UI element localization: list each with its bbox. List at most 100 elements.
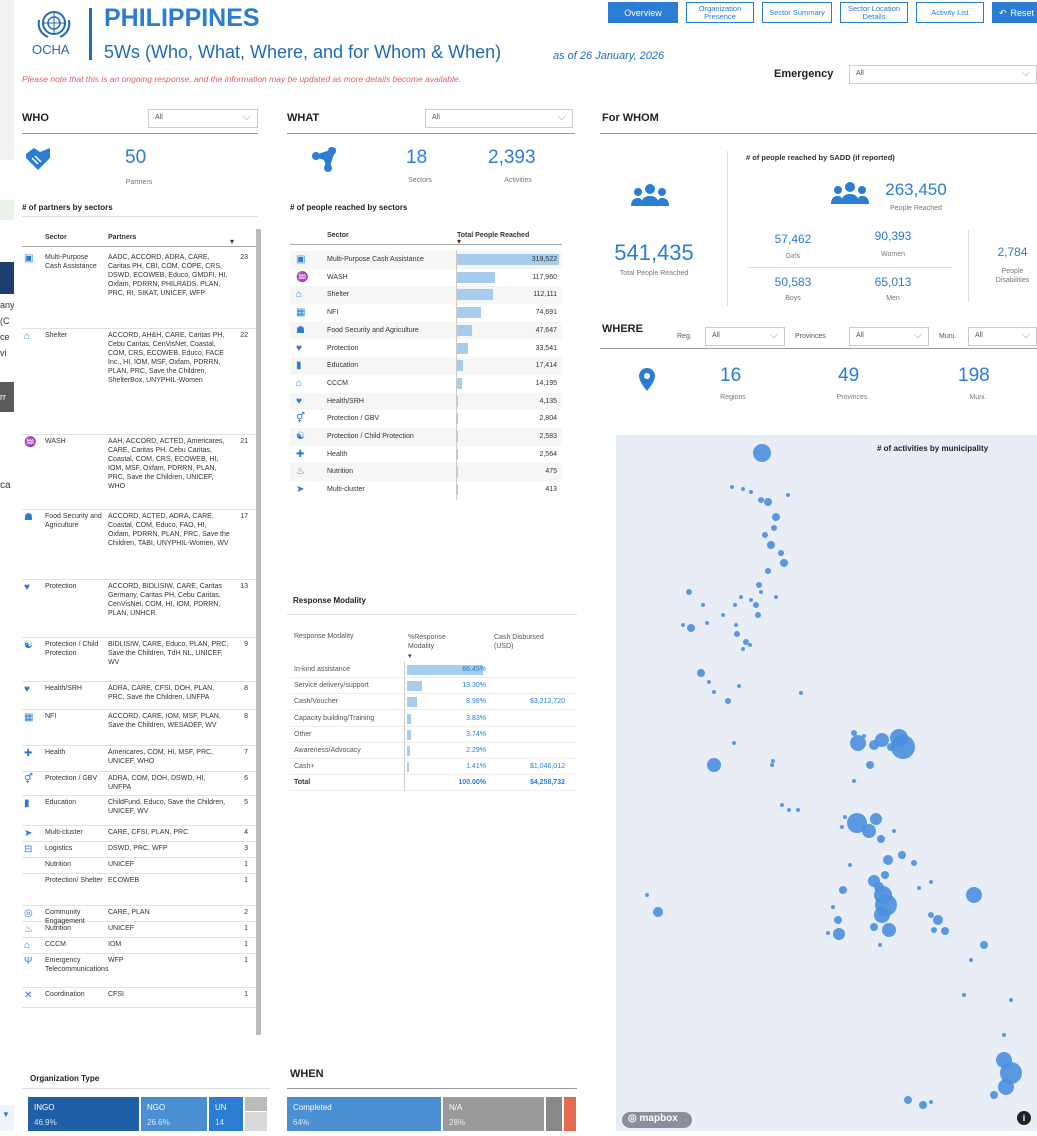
sector-bar-row[interactable]: ▣ Multi-Purpose Cash Assistance 319,522 <box>290 251 562 269</box>
sector-bar-row[interactable]: ✚ Health 2,564 <box>290 446 562 464</box>
municipality-bubble[interactable] <box>878 943 882 947</box>
partner-row[interactable]: ➤ Multi-cluster CARE, CFSI, PLAN, PRC 4 <box>22 826 258 842</box>
municipality-bubble[interactable] <box>734 631 740 637</box>
sliver-menu[interactable]: rr <box>0 382 14 412</box>
municipality-bubble[interactable] <box>787 808 791 812</box>
sector-bar[interactable] <box>457 466 458 478</box>
municipality-bubble[interactable] <box>725 698 731 704</box>
col-partners-header[interactable]: Partners <box>108 234 136 241</box>
partner-row[interactable]: Ψ Emergency Telecommunications WFP 1 <box>22 954 258 988</box>
modality-row[interactable]: Cash+ 1.41% $1,046,012 <box>290 759 576 776</box>
municipality-bubble[interactable] <box>862 734 866 738</box>
municipality-bubble[interactable] <box>771 525 777 531</box>
municipality-bubble[interactable] <box>874 907 890 923</box>
sector-bar-row[interactable]: ⌂ Shelter 112,111 <box>290 286 562 305</box>
municipality-bubble[interactable] <box>753 602 759 608</box>
municipality-bubble[interactable] <box>870 923 878 931</box>
municipality-bubble[interactable] <box>762 532 768 538</box>
municipality-bubble[interactable] <box>780 803 784 807</box>
what-filter-select[interactable]: All ⌵ <box>425 109 573 128</box>
sector-bar-row[interactable]: ▦ NFI 74,691 <box>290 304 562 322</box>
sector-bar[interactable] <box>457 360 463 372</box>
municipality-bubble[interactable] <box>883 855 893 865</box>
municipality-bubble[interactable] <box>840 825 844 829</box>
sector-bar-row[interactable]: ♥ Protection 33,541 <box>290 340 562 358</box>
sector-bar-row[interactable]: ♒ WASH 117,960 <box>290 269 562 287</box>
municipality-bubble[interactable] <box>799 691 803 695</box>
municipality-bubble[interactable] <box>969 958 973 962</box>
municipality-bubble[interactable] <box>749 490 753 494</box>
municipality-bubble[interactable] <box>732 741 736 745</box>
municipality-bubble[interactable] <box>911 860 917 866</box>
municipality-bubble[interactable] <box>917 886 921 890</box>
municipality-bubble[interactable] <box>1002 1033 1006 1037</box>
org-type-un-tile[interactable]: UN 14 <box>209 1097 243 1131</box>
municipality-bubble[interactable] <box>962 993 966 997</box>
partner-row[interactable]: ♥ Health/SRH ADRA, CARE, CFSI, DOH, PLAN, … <box>22 682 258 710</box>
municipality-bubble[interactable] <box>749 598 753 602</box>
municipality-bubble[interactable] <box>774 595 778 599</box>
sector-bar[interactable] <box>457 324 473 336</box>
when-completed-tile[interactable]: Completed 64% <box>287 1097 441 1131</box>
modality-row[interactable]: Awareness/Advocacy 2.29% <box>290 743 576 759</box>
province-filter-select[interactable]: All ⌵ <box>849 327 929 346</box>
municipality-bubble[interactable] <box>707 680 711 684</box>
municipality-bubble[interactable] <box>741 487 745 491</box>
org-type-ngo-tile[interactable]: NGO 26.6% <box>141 1097 207 1131</box>
region-filter-select[interactable]: All ⌵ <box>705 327 785 346</box>
who-filter-select[interactable]: All ⌵ <box>148 109 258 128</box>
municipality-bubble[interactable] <box>875 733 889 747</box>
municipality-bubble[interactable] <box>743 639 749 645</box>
nav-activity-list-button[interactable]: Activity List <box>916 2 984 23</box>
nav-overview-button[interactable]: Overview <box>608 2 678 23</box>
municipality-bubble[interactable] <box>770 763 774 767</box>
municipality-bubble[interactable] <box>919 1101 927 1109</box>
sector-bar[interactable] <box>457 289 493 301</box>
sector-bar-row[interactable]: ➤ Multi-cluster 413 <box>290 481 562 499</box>
municipality-bubble[interactable] <box>839 886 847 894</box>
municipality-bubble[interactable] <box>737 684 741 688</box>
map-bubbles[interactable] <box>616 435 1037 1131</box>
municipality-bubble[interactable] <box>721 613 725 617</box>
partner-row[interactable]: ☗ Food Security and Agriculture ACCORD, AC… <box>22 510 258 580</box>
municipality-bubble[interactable] <box>966 887 982 903</box>
municipality-bubble[interactable] <box>933 915 943 925</box>
nav-sector-location-button[interactable]: Sector Location Details <box>840 2 908 23</box>
municipality-bubble[interactable] <box>833 928 845 940</box>
partner-row[interactable]: ♒ WASH AAH, ACCORD, ACTED, Americares, CAR… <box>22 435 258 510</box>
nav-sector-summary-button[interactable]: Sector Summary <box>762 2 832 23</box>
modality-row[interactable]: Cash/Voucher 8.98% $3,212,720 <box>290 694 576 711</box>
what-col-sector[interactable]: Sector <box>327 232 349 239</box>
info-icon[interactable]: i <box>1017 1111 1031 1125</box>
sort-desc-icon[interactable]: ▾ <box>408 652 412 660</box>
partner-row[interactable]: ♥ Protection ACCORD, BIDLISIW, CARE, Carit… <box>22 580 258 638</box>
municipality-bubble[interactable] <box>707 758 721 772</box>
municipality-bubble[interactable] <box>687 624 695 632</box>
municipality-bubble[interactable] <box>705 621 709 625</box>
municipality-bubble[interactable] <box>748 643 752 647</box>
partner-row[interactable]: ▣ Multi-Purpose Cash Assistance AADC, ACCO… <box>22 251 258 329</box>
municipality-bubble[interactable] <box>877 835 885 843</box>
municipality-bubble[interactable] <box>653 907 663 917</box>
municipality-bubble[interactable] <box>772 513 780 521</box>
sliver-chevron-icon[interactable]: ▼ <box>2 1110 10 1119</box>
sector-bar[interactable] <box>457 431 458 442</box>
partner-row[interactable]: ⚥ Protection / GBV ADRA, COM, DOH, DSWD, H… <box>22 772 258 796</box>
municipality-bubble[interactable] <box>929 1100 933 1104</box>
partner-row[interactable]: Protection/ Shelter ECOWEB 1 <box>22 874 258 906</box>
municipality-bubble[interactable] <box>733 603 737 607</box>
mapbox-logo[interactable]: ◎ mapbox <box>622 1112 692 1128</box>
municipality-bubble[interactable] <box>701 603 705 607</box>
when-other-tile[interactable] <box>546 1097 562 1131</box>
sector-bar-row[interactable]: ☗ Food Security and Agriculture 47,647 <box>290 321 562 340</box>
municipality-bubble[interactable] <box>980 941 988 949</box>
modality-row[interactable]: In-kind assistance 66.45% <box>290 662 576 678</box>
sector-bar[interactable] <box>457 413 458 425</box>
sector-bar-row[interactable]: ⌂ CCCM 14,195 <box>290 375 562 393</box>
municipality-bubble[interactable] <box>753 444 771 462</box>
municipality-bubble[interactable] <box>758 497 764 503</box>
municipality-bubble[interactable] <box>881 871 889 879</box>
sector-bar[interactable] <box>457 395 459 407</box>
partner-row[interactable]: ✕ Coordination CFSI 1 <box>22 988 258 1008</box>
municipality-bubble[interactable] <box>848 863 852 867</box>
